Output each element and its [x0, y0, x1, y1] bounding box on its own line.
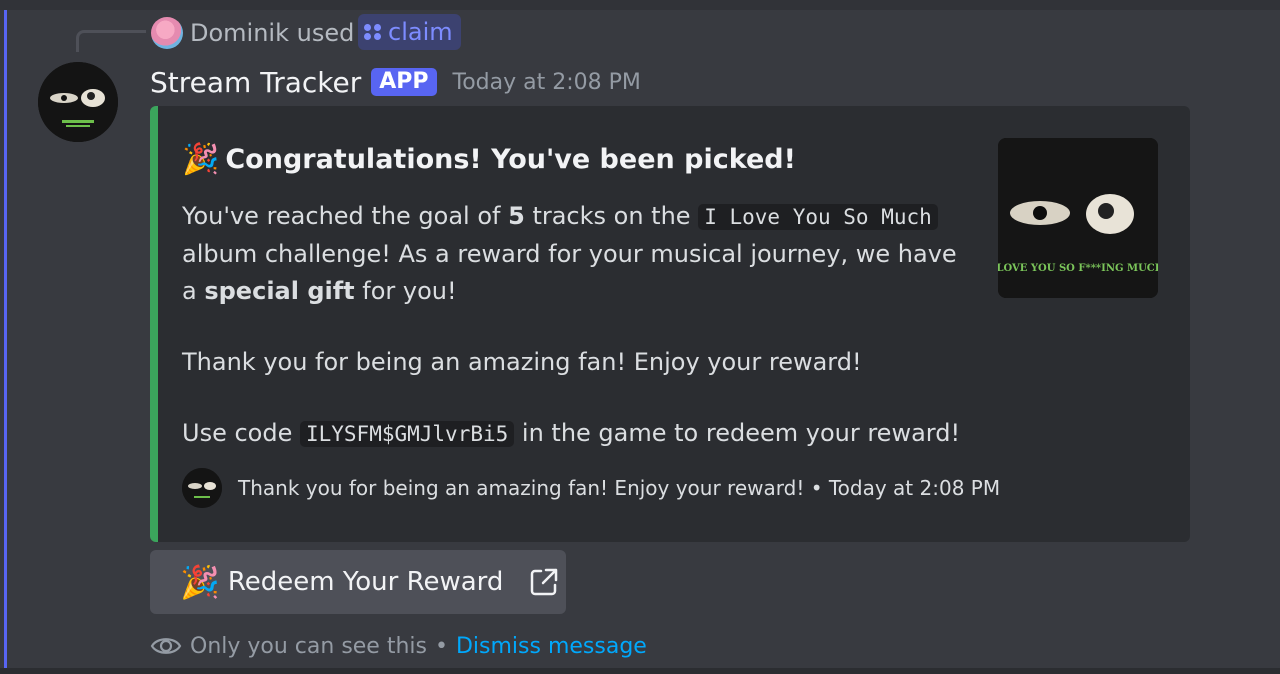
code-text-2: in the game to redeem your reward!: [514, 419, 961, 447]
ephemeral-highlight-bar: [4, 10, 7, 668]
album-cover-thumbnail[interactable]: I LOVE YOU SO F***ING MUCH.: [998, 138, 1158, 298]
footer-text: Thank you for being an amazing fan! Enjo…: [238, 476, 1001, 500]
bottom-strip: [0, 668, 1280, 674]
goal-count: 5: [508, 202, 525, 230]
code-paragraph: Use code ILYSFM$GMJlvrBi5 in the game to…: [182, 415, 972, 453]
goal-text-1: You've reached the goal of: [182, 202, 509, 230]
message-timestamp[interactable]: Today at 2:08 PM: [453, 70, 641, 95]
footer-icon: [182, 468, 222, 508]
slash-command-name: claim: [388, 18, 453, 46]
embed-footer: Thank you for being an amazing fan! Enjo…: [182, 468, 1000, 508]
goal-text-4: for you!: [354, 277, 457, 305]
party-popper-icon: 🎉: [180, 563, 220, 601]
special-gift-text: special gift: [204, 277, 355, 305]
thanks-paragraph: Thank you for being an amazing fan! Enjo…: [182, 348, 862, 376]
dismiss-message-link[interactable]: Dismiss message: [456, 634, 647, 659]
top-strip: [0, 0, 1280, 10]
embed-description: You've reached the goal of 5 tracks on t…: [182, 198, 972, 453]
eye-icon: [150, 638, 182, 654]
reply-user-avatar[interactable]: [151, 17, 183, 49]
bot-avatar[interactable]: [38, 62, 118, 142]
message-header: Stream Tracker APP Today at 2:08 PM: [150, 62, 641, 102]
external-link-icon: [531, 568, 558, 596]
ephemeral-text: Only you can see this: [190, 633, 427, 659]
ephemeral-notice: Only you can see this • Dismiss message: [150, 630, 647, 662]
party-popper-icon: 🎉: [182, 142, 220, 177]
reply-connector: [76, 30, 146, 52]
album-cover-title: I LOVE YOU SO F***ING MUCH.: [998, 263, 1158, 274]
author-name[interactable]: Stream Tracker: [150, 66, 361, 99]
ephemeral-separator: •: [434, 633, 448, 659]
redeem-button-label: Redeem Your Reward: [227, 567, 504, 597]
embed-title: 🎉 Congratulations! You've been picked!: [182, 142, 796, 177]
reward-code[interactable]: ILYSFM$GMJlvrBi5: [299, 421, 515, 447]
redeem-reward-button[interactable]: 🎉 Redeem Your Reward: [150, 550, 566, 614]
reply-user-text[interactable]: Dominik used: [190, 17, 354, 49]
goal-text-2: tracks on the: [524, 202, 699, 230]
slash-command-chip[interactable]: claim: [358, 14, 461, 50]
app-command-icon: [364, 24, 382, 40]
reward-embed: 🎉 Congratulations! You've been picked! Y…: [150, 106, 1190, 542]
embed-title-text: Congratulations! You've been picked!: [225, 144, 796, 175]
album-name-code: I Love You So Much: [698, 204, 938, 230]
goal-paragraph: You've reached the goal of 5 tracks on t…: [182, 198, 972, 310]
app-badge: APP: [371, 68, 437, 96]
code-text-1: Use code: [182, 419, 300, 447]
